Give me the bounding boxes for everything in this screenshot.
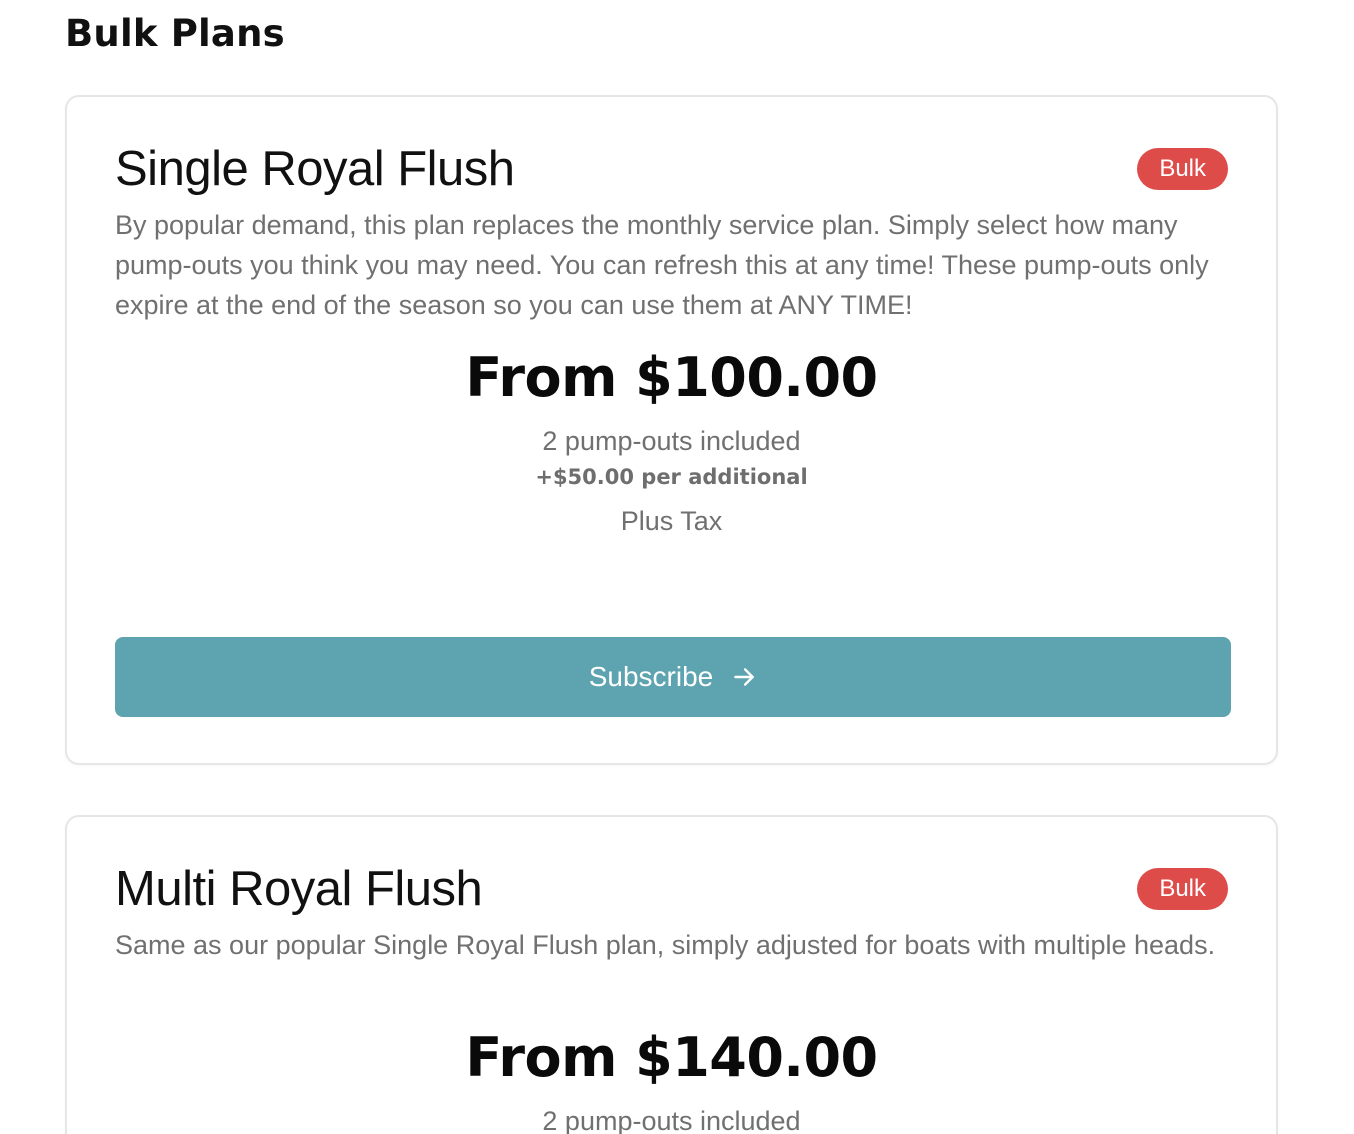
subscribe-button[interactable]: Subscribe	[115, 637, 1231, 717]
pump-outs-included: 2 pump-outs included	[542, 426, 801, 456]
plan-name: Multi Royal Flush	[115, 862, 483, 916]
plan-price: From $100.00	[465, 346, 878, 409]
plan-description: Same as our popular Single Royal Flush p…	[115, 930, 1216, 960]
plan-card-multi-royal-flush: Multi Royal Flush Bulk Same as our popul…	[65, 815, 1278, 1134]
tax-note: Plus Tax	[620, 506, 723, 536]
plan-card-single-royal-flush: Single Royal Flush Bulk By popular deman…	[65, 95, 1278, 765]
plan-price: From $140.00	[465, 1026, 878, 1089]
additional-price: +$50.00 per additional	[535, 465, 808, 489]
pump-outs-included: 2 pump-outs included	[542, 1106, 801, 1134]
bulk-badge: Bulk	[1137, 868, 1228, 910]
plan-description: By popular demand, this plan replaces th…	[115, 210, 1209, 320]
bulk-badge: Bulk	[1137, 148, 1228, 190]
section-title: Bulk Plans	[65, 12, 285, 55]
subscribe-label: Subscribe	[588, 661, 714, 692]
plan-name: Single Royal Flush	[115, 142, 515, 196]
arrow-right-icon	[734, 668, 755, 686]
